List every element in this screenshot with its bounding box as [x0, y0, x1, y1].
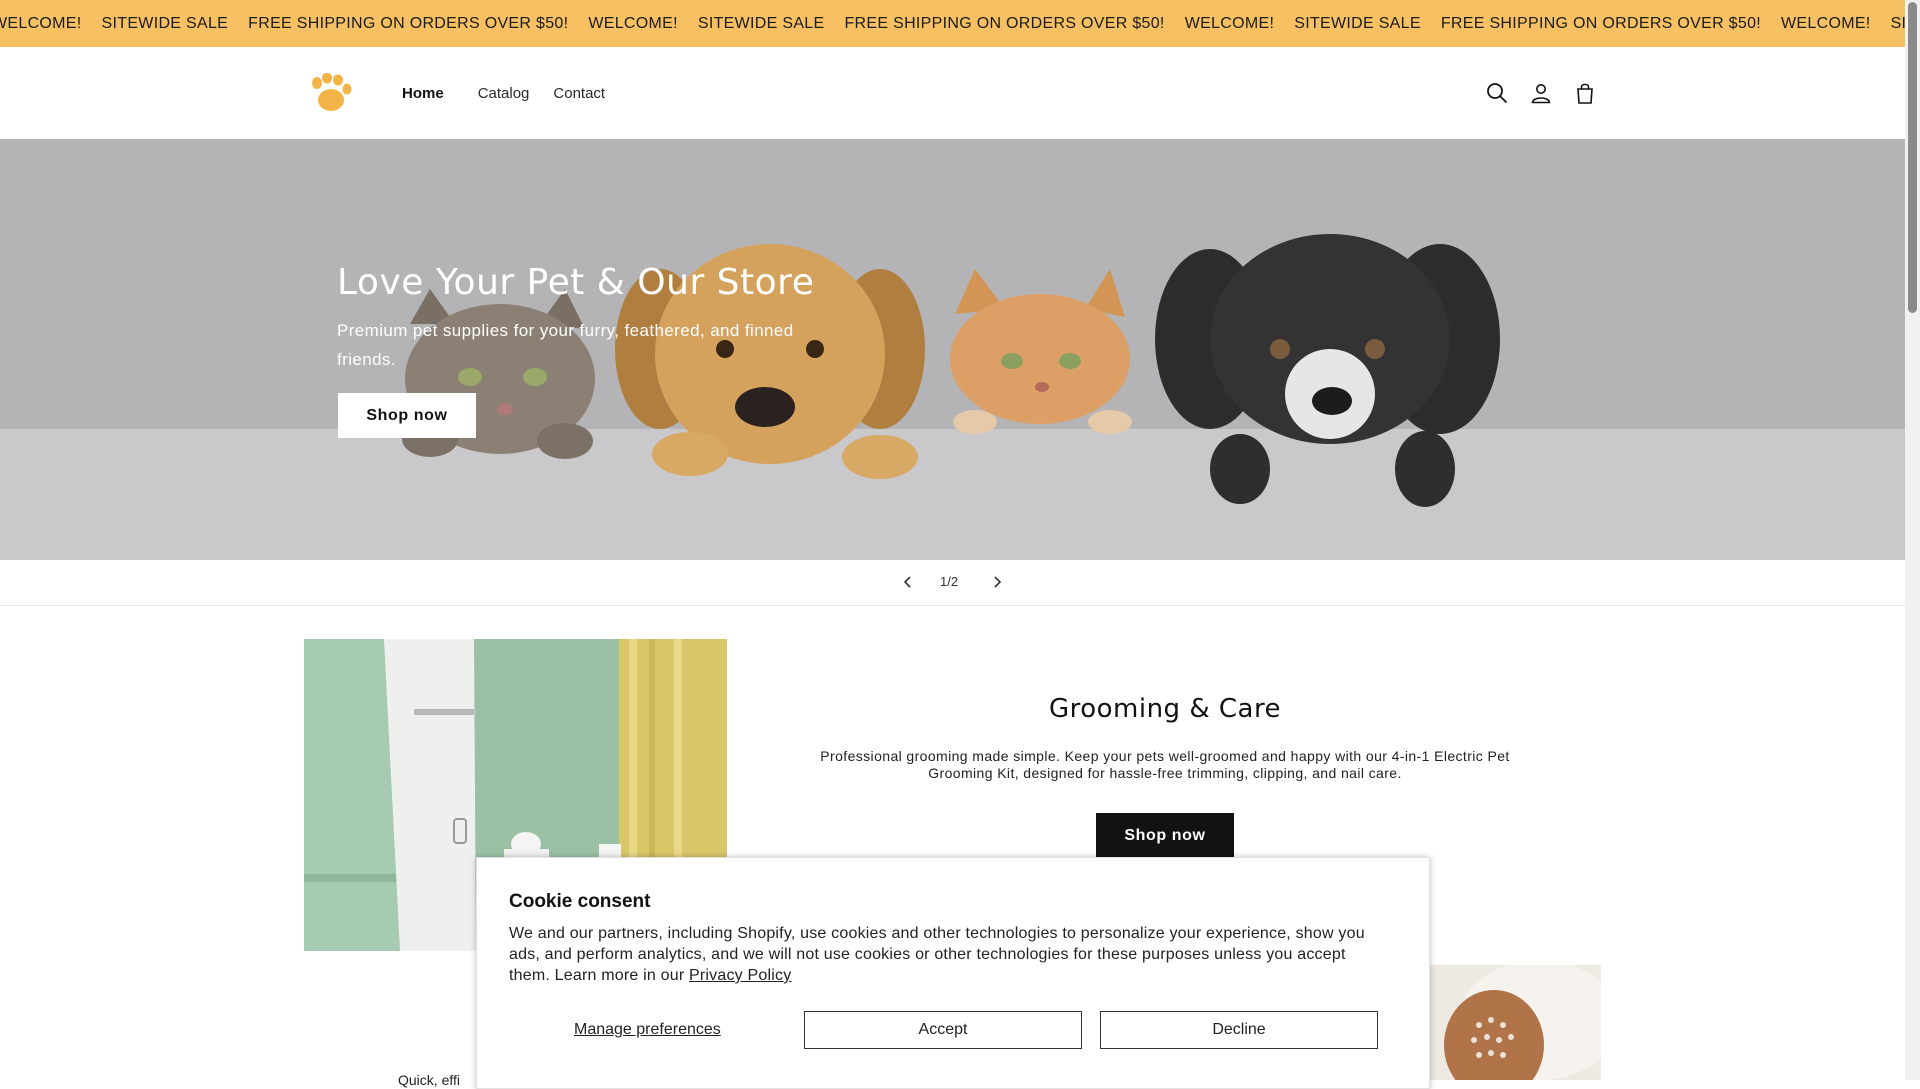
manage-preferences-link[interactable]: Manage preferences	[574, 1021, 721, 1039]
chevron-left-icon[interactable]	[900, 574, 916, 590]
announcement-item: SITEWIDE SALE	[697, 14, 825, 32]
feature-description: Professional grooming made simple. Keep …	[820, 748, 1510, 781]
cookie-title: Cookie consent	[509, 891, 651, 912]
announcement-item: FREE SHIPPING ON ORDERS OVER $50!	[844, 14, 1165, 32]
search-icon[interactable]	[1485, 81, 1509, 105]
feature-shop-now-button[interactable]: Shop now	[1096, 813, 1234, 858]
announcement-item: SITEWIDE SALE	[101, 14, 229, 32]
cookie-body: We and our partners, including Shopify, …	[509, 925, 1365, 984]
account-icon[interactable]	[1529, 81, 1553, 105]
announcement-item: FREE SHIPPING ON ORDERS OVER $50!	[1440, 14, 1762, 32]
decline-button[interactable]: Decline	[1100, 1011, 1378, 1049]
slider-controls: 1/2	[0, 560, 1905, 606]
accept-button[interactable]: Accept	[804, 1011, 1082, 1049]
announcement-item: WELCOME!	[0, 14, 82, 32]
hero-pets-image	[0, 139, 1905, 560]
grooming-brush-image	[1429, 965, 1601, 1080]
cookie-consent-dialog: Cookie consent We and our partners, incl…	[476, 857, 1430, 1089]
announcement-item: WELCOME!	[588, 14, 678, 32]
hero-slideshow: Love Your Pet & Our Store Premium pet su…	[0, 139, 1905, 560]
nav-catalog[interactable]: Catalog	[466, 85, 542, 102]
hero-shop-now-button[interactable]: Shop now	[338, 393, 476, 438]
nav-contact[interactable]: Contact	[541, 85, 617, 102]
main-nav: Home Catalog Contact	[390, 47, 617, 139]
announcement-item: SITEWIDE SALE	[1890, 14, 1905, 32]
chevron-right-icon[interactable]	[989, 574, 1005, 590]
slide-counter: 1/2	[940, 574, 959, 589]
nav-home[interactable]: Home	[390, 85, 466, 102]
announcement-item: WELCOME!	[1781, 14, 1871, 32]
cookie-text: We and our partners, including Shopify, …	[509, 923, 1389, 986]
hero-title: Love Your Pet & Our Store	[337, 262, 815, 303]
feature-title: Grooming & Care	[1048, 694, 1282, 724]
announcement-bar: WELCOME! SITEWIDE SALE FREE SHIPPING ON OR…	[0, 0, 1905, 47]
page-scrollbar[interactable]	[1905, 0, 1920, 1080]
announcement-item: FREE SHIPPING ON ORDERS OVER $50!	[248, 14, 569, 32]
site-header: Home Catalog Contact	[0, 47, 1905, 140]
announcement-track: WELCOME! SITEWIDE SALE FREE SHIPPING ON OR…	[0, 0, 1905, 47]
cart-icon[interactable]	[1573, 81, 1597, 105]
announcement-item: WELCOME!	[1184, 14, 1275, 32]
announcement-item: SITEWIDE SALE	[1294, 14, 1421, 32]
privacy-policy-link[interactable]: Privacy Policy	[689, 967, 791, 984]
hero-subtitle: Premium pet supplies for your furry, fea…	[337, 321, 794, 369]
scrollbar-thumb[interactable]	[1908, 2, 1917, 313]
feature-partial-text: Quick, effi	[398, 1072, 460, 1088]
paw-icon[interactable]	[308, 73, 354, 113]
